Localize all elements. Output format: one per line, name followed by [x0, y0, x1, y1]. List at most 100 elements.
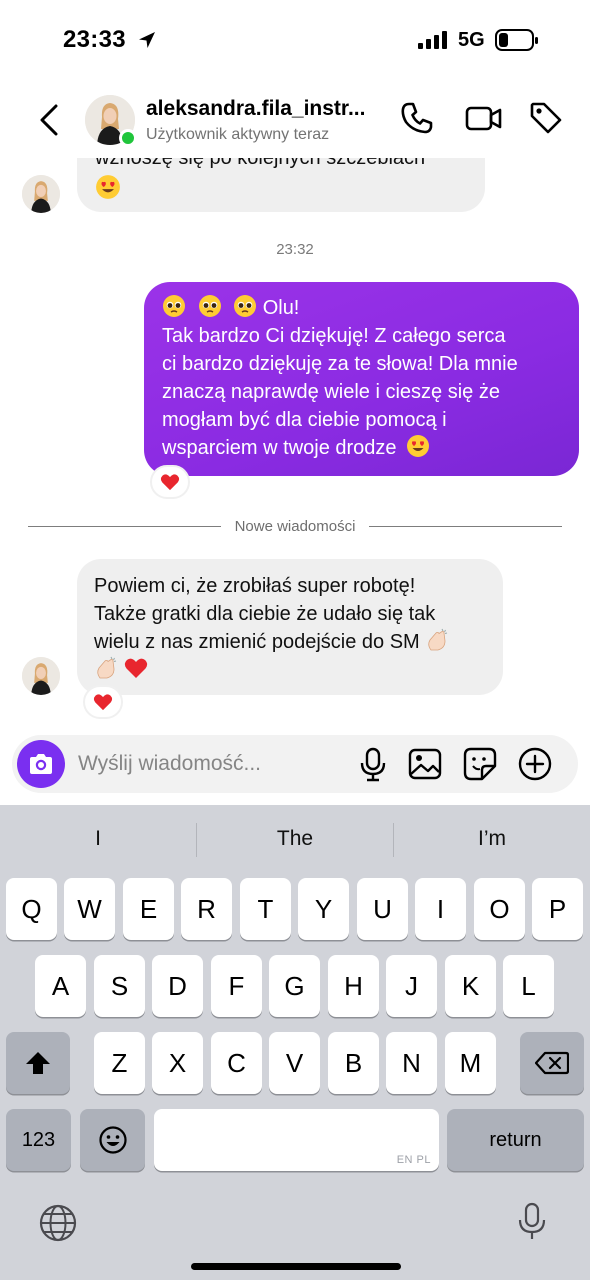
- new-messages-divider: Nowe wiadomości: [28, 516, 563, 536]
- shift-key[interactable]: [6, 1032, 70, 1094]
- key[interactable]: R: [181, 878, 232, 940]
- message-reaction[interactable]: [83, 685, 123, 719]
- signal-bars-icon: [418, 31, 447, 49]
- message-line: ci bardzo dziękuję za te słowa! Dla mnie: [162, 353, 518, 375]
- suggestion-item[interactable]: I: [0, 805, 196, 873]
- key[interactable]: P: [532, 878, 583, 940]
- key[interactable]: G: [269, 955, 320, 1017]
- plus-circle-icon[interactable]: [517, 746, 553, 782]
- contact-username[interactable]: aleksandra.fila_instr...: [146, 97, 386, 121]
- microphone-icon[interactable]: [355, 746, 391, 782]
- key[interactable]: O: [474, 878, 525, 940]
- key[interactable]: M: [445, 1032, 496, 1094]
- emoji-face-icon: [98, 1126, 127, 1154]
- camera-button[interactable]: [17, 740, 65, 788]
- key[interactable]: W: [64, 878, 115, 940]
- message-line: mogłam być dla ciebie pomocą i: [162, 409, 447, 431]
- message-text: Olu! Tak bardzo Ci dziękuję! Z całego se…: [162, 294, 518, 462]
- shift-icon: [26, 1052, 50, 1074]
- heart-eyes-emoji-icon: [407, 435, 430, 457]
- key[interactable]: K: [445, 955, 496, 1017]
- message-thread[interactable]: wznoszę się po kolejnych szczeblach 23:3…: [0, 158, 590, 728]
- key[interactable]: I: [415, 878, 466, 940]
- contact-avatar[interactable]: [85, 95, 137, 147]
- image-icon[interactable]: [407, 746, 443, 782]
- key[interactable]: E: [123, 878, 174, 940]
- key[interactable]: J: [386, 955, 437, 1017]
- red-heart-icon: [93, 694, 113, 711]
- network-label: 5G: [458, 29, 485, 51]
- backspace-key[interactable]: [520, 1032, 584, 1094]
- backspace-icon: [535, 1051, 569, 1075]
- message-text: wznoszę się po kolejnych szczeblach: [95, 158, 426, 169]
- key[interactable]: F: [211, 955, 262, 1017]
- emoji-key[interactable]: [80, 1109, 145, 1171]
- key[interactable]: Z: [94, 1032, 145, 1094]
- battery-icon: [495, 29, 538, 51]
- key[interactable]: L: [503, 955, 554, 1017]
- back-chevron-icon[interactable]: [34, 102, 64, 138]
- message-reaction[interactable]: [150, 465, 190, 499]
- key[interactable]: A: [35, 955, 86, 1017]
- clapping-hands-emoji-icon: [428, 628, 448, 651]
- key[interactable]: C: [211, 1032, 262, 1094]
- red-heart-emoji-icon: [124, 658, 147, 678]
- status-bar: 23:33 5G: [0, 0, 590, 80]
- key[interactable]: X: [152, 1032, 203, 1094]
- message-timestamp: 23:32: [276, 241, 314, 258]
- pleading-face-emoji-icon: [198, 295, 221, 317]
- heart-eyes-emoji-icon: [96, 175, 120, 199]
- key[interactable]: D: [152, 955, 203, 1017]
- video-camera-icon[interactable]: [464, 100, 504, 136]
- home-indicator: [191, 1263, 401, 1270]
- key[interactable]: Q: [6, 878, 57, 940]
- tag-icon[interactable]: [528, 100, 564, 136]
- camera-icon: [30, 754, 52, 774]
- status-time: 23:33: [63, 26, 126, 53]
- on-screen-keyboard: I The I’m Q W E R T Y U I O P A S D F G …: [0, 805, 590, 1280]
- message-line: Tak bardzo Ci dziękuję! Z całego serca: [162, 325, 506, 347]
- dictation-mic-icon[interactable]: [512, 1201, 552, 1243]
- message-line: Olu!: [262, 297, 300, 319]
- message-text: Powiem ci, że zrobiłaś super robotę! Tak…: [94, 572, 449, 684]
- suggestion-item[interactable]: The: [197, 805, 393, 873]
- contact-status: Użytkownik aktywny teraz: [146, 126, 330, 143]
- key[interactable]: Y: [298, 878, 349, 940]
- sender-avatar[interactable]: [22, 175, 60, 213]
- suggestion-item[interactable]: I’m: [394, 805, 590, 873]
- message-input[interactable]: [78, 749, 308, 779]
- pleading-face-emoji-icon: [163, 295, 185, 317]
- key[interactable]: B: [328, 1032, 379, 1094]
- message-composer: [12, 735, 578, 793]
- clapping-hands-emoji-icon: [97, 656, 117, 679]
- sender-avatar[interactable]: [22, 657, 60, 695]
- incoming-message[interactable]: wznoszę się po kolejnych szczeblach: [77, 158, 485, 212]
- message-line: Także gratki dla ciebie że udało się tak: [94, 603, 436, 625]
- key[interactable]: U: [357, 878, 408, 940]
- space-language-label: EN PL: [396, 1154, 431, 1166]
- key[interactable]: H: [328, 955, 379, 1017]
- sender-photo: [22, 657, 60, 695]
- sticker-icon[interactable]: [462, 746, 498, 782]
- online-indicator: [119, 129, 137, 147]
- message-line: wielu z nas zmienić podejście do SM: [94, 631, 420, 653]
- space-key[interactable]: EN PL: [154, 1109, 439, 1171]
- divider-line: [369, 525, 563, 527]
- outgoing-message[interactable]: Olu! Tak bardzo Ci dziękuję! Z całego se…: [144, 282, 579, 476]
- key[interactable]: S: [94, 955, 145, 1017]
- key[interactable]: N: [386, 1032, 437, 1094]
- return-key[interactable]: return: [447, 1109, 584, 1171]
- message-line: znaczą naprawdę wiele i cieszę się że: [162, 381, 500, 403]
- key[interactable]: T: [240, 878, 291, 940]
- divider-line: [28, 525, 221, 527]
- message-line: wsparciem w twoje drodze: [162, 437, 397, 459]
- phone-icon[interactable]: [399, 100, 435, 136]
- incoming-message[interactable]: Powiem ci, że zrobiłaś super robotę! Tak…: [77, 559, 503, 695]
- location-arrow-icon: [139, 32, 155, 48]
- numbers-key[interactable]: 123: [6, 1109, 71, 1171]
- pleading-face-emoji-icon: [234, 295, 257, 317]
- key[interactable]: V: [269, 1032, 320, 1094]
- sender-photo: [22, 175, 60, 213]
- globe-icon[interactable]: [38, 1203, 78, 1243]
- red-heart-icon: [160, 474, 180, 491]
